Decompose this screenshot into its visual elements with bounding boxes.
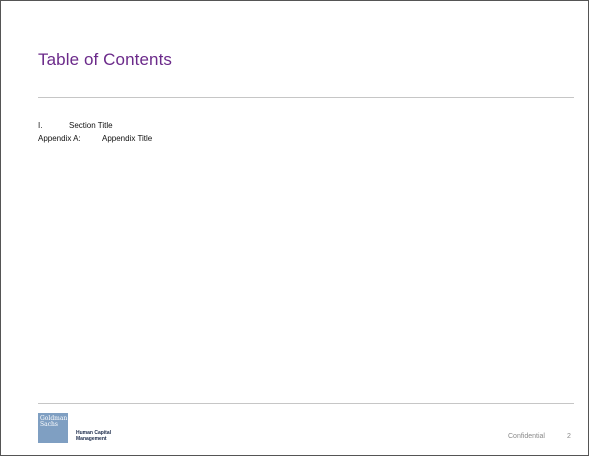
slide-title: Table of Contents [38, 50, 173, 69]
toc-item-title: Section Title [69, 121, 113, 130]
division-name-line2: Management [76, 436, 107, 442]
toc-item-number: Appendix A: [38, 134, 81, 143]
toc-item-title: Appendix Title [102, 134, 153, 143]
slide: Table of Contents I. Section Title Appen… [0, 0, 589, 456]
confidential-label: Confidential [508, 433, 545, 440]
title-divider [38, 97, 574, 98]
division-name: Human Capital Management [76, 430, 111, 442]
toc-item-number: I. [38, 121, 43, 130]
footer-divider [38, 403, 574, 404]
page-number: 2 [567, 433, 571, 440]
logo-text-line2: Sachs [40, 421, 58, 428]
goldman-sachs-logo-icon: Goldman Sachs [38, 413, 68, 443]
